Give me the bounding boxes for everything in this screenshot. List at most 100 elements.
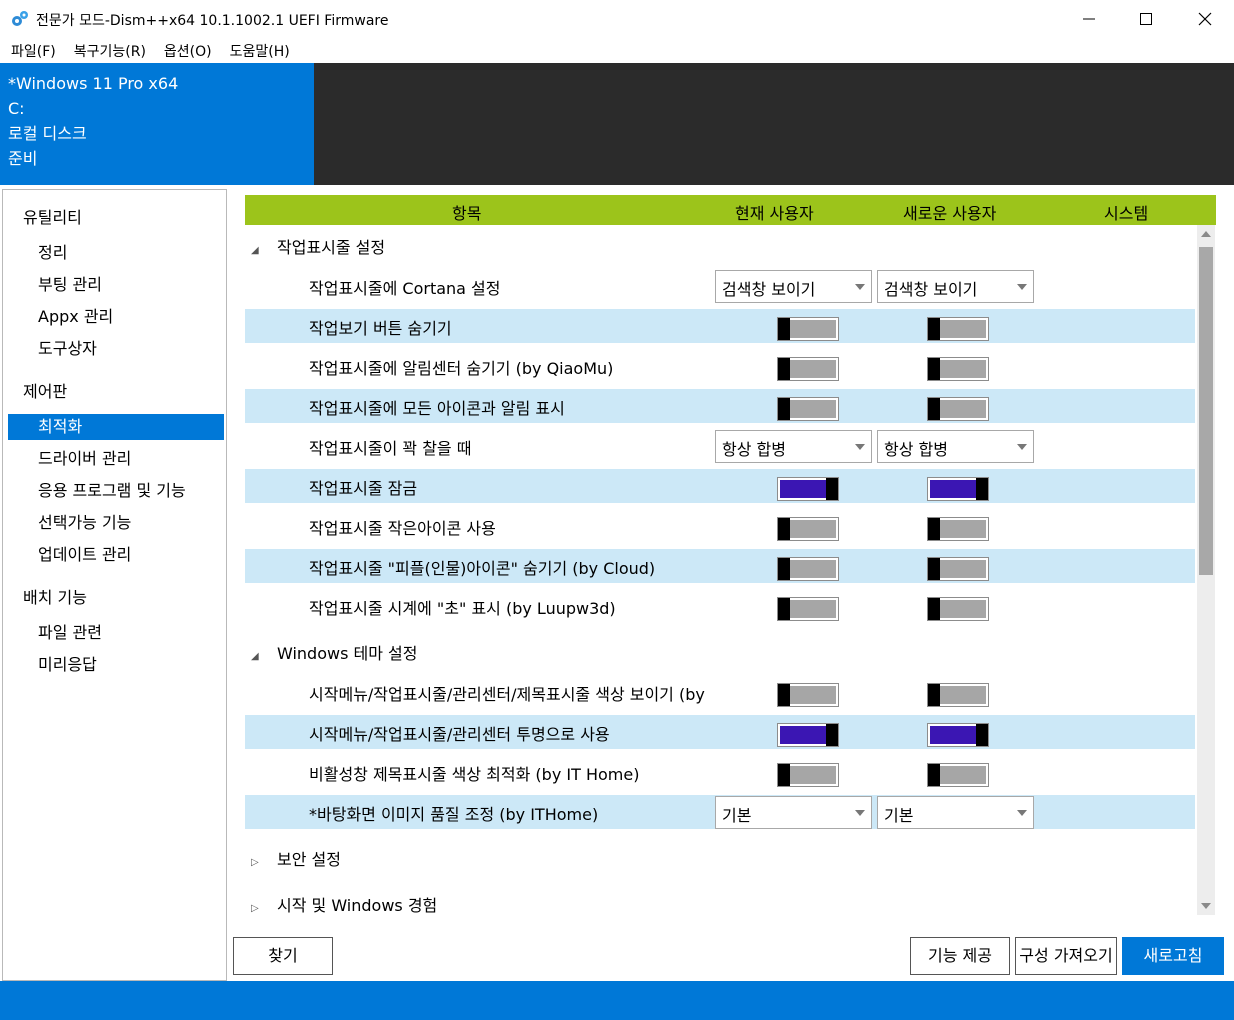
table-row: 작업표시줄에 모든 아이콘과 알림 표시 <box>245 389 1195 423</box>
group-label: Windows 테마 설정 <box>277 644 418 663</box>
window-title: 전문가 모드-Dism++x64 10.1.1002.1 UEFI Firmwa… <box>36 13 389 29</box>
toggle-new[interactable] <box>927 357 989 381</box>
menu-restore[interactable]: 복구기능(R) <box>67 41 153 61</box>
combine-current-dropdown[interactable]: 항상 합병 <box>715 430 872 463</box>
vertical-scrollbar[interactable] <box>1197 225 1215 915</box>
maximize-icon <box>1140 13 1152 25</box>
group-windows-theme[interactable]: ◢ Windows 테마 설정 <box>251 640 417 664</box>
menu-file[interactable]: 파일(F) <box>4 41 63 61</box>
import-config-button[interactable]: 구성 가져오기 <box>1015 937 1117 975</box>
toggle-current[interactable] <box>777 557 839 581</box>
sidebar-item-apps[interactable]: 응용 프로그램 및 기능 <box>8 478 224 504</box>
table-row: 작업표시줄 작은아이콘 사용 <box>245 509 1195 543</box>
toggle-current[interactable] <box>777 357 839 381</box>
wallpaper-quality-new-dropdown[interactable]: 기본 <box>877 796 1034 829</box>
table-row: 작업표시줄에 알림센터 숨기기 (by QiaoMu) <box>245 349 1195 383</box>
sidebar-item-optimize[interactable]: 최적화 <box>8 414 224 440</box>
toggle-new[interactable] <box>927 317 989 341</box>
table-row: *바탕화면 이미지 품질 조정 (by ITHome) 기본 기본 <box>245 795 1195 829</box>
menu-bar: 파일(F) 복구기능(R) 옵션(O) 도움말(H) <box>0 38 1234 63</box>
group-startup-experience[interactable]: ▷ 시작 및 Windows 경험 <box>251 892 437 916</box>
cortana-new-dropdown[interactable]: 검색창 보이기 <box>877 270 1034 303</box>
sidebar: 유틸리티 정리 부팅 관리 Appx 관리 도구상자 제어판 최적화 드라이버 … <box>2 189 227 981</box>
table-row: 작업표시줄 잠금 <box>245 469 1195 503</box>
toggle-new[interactable] <box>927 723 989 747</box>
cortana-current-dropdown[interactable]: 검색창 보이기 <box>715 270 872 303</box>
toggle-current[interactable] <box>777 317 839 341</box>
table-row: 작업표시줄에 Cortana 설정 검색창 보이기 검색창 보이기 <box>245 269 1195 303</box>
toggle-current[interactable] <box>777 683 839 707</box>
menu-help[interactable]: 도움말(H) <box>223 41 297 61</box>
minimize-icon <box>1083 13 1095 25</box>
sidebar-item-file-assoc[interactable]: 파일 관련 <box>8 620 224 646</box>
image-disk: 로컬 디스크 <box>8 124 87 143</box>
chevron-down-icon <box>1017 810 1027 816</box>
gears-icon <box>10 9 30 29</box>
refresh-button[interactable]: 새로고침 <box>1122 937 1224 975</box>
row-label: 작업표시줄에 모든 아이콘과 알림 표시 <box>309 399 565 418</box>
chevron-down-icon <box>1017 284 1027 290</box>
menu-options[interactable]: 옵션(O) <box>157 41 219 61</box>
column-item: 항목 <box>452 204 482 223</box>
title-bar: 전문가 모드-Dism++x64 10.1.1002.1 UEFI Firmwa… <box>0 0 1234 38</box>
sidebar-item-drivers[interactable]: 드라이버 관리 <box>8 446 224 472</box>
scroll-down-icon[interactable] <box>1201 903 1211 909</box>
toggle-current[interactable] <box>777 477 839 501</box>
table-row: 작업표시줄 "피플(인물)아이콘" 숨기기 (by Cloud) <box>245 549 1195 583</box>
dropdown-value: 항상 합병 <box>884 440 948 459</box>
column-current-user: 현재 사용자 <box>735 204 814 223</box>
sidebar-item-optional-features[interactable]: 선택가능 기능 <box>8 510 224 536</box>
chevron-down-icon <box>855 284 865 290</box>
toggle-new[interactable] <box>927 683 989 707</box>
group-security[interactable]: ▷ 보안 설정 <box>251 846 341 870</box>
row-label: 작업표시줄 작은아이콘 사용 <box>309 519 496 538</box>
chevron-down-icon <box>855 810 865 816</box>
group-label: 작업표시줄 설정 <box>277 238 386 257</box>
close-icon <box>1198 12 1212 26</box>
table-row: 작업표시줄 시계에 "초" 표시 (by Luupw3d) <box>245 589 1195 623</box>
provide-button[interactable]: 기능 제공 <box>910 937 1010 975</box>
row-label: 작업표시줄 시계에 "초" 표시 (by Luupw3d) <box>309 599 616 618</box>
toggle-current[interactable] <box>777 517 839 541</box>
sidebar-item-boot[interactable]: 부팅 관리 <box>8 272 224 298</box>
scroll-thumb[interactable] <box>1199 247 1213 575</box>
row-label: 작업표시줄에 알림센터 숨기기 (by QiaoMu) <box>309 359 614 378</box>
sidebar-category-control-panel: 제어판 <box>23 382 68 401</box>
toggle-new[interactable] <box>927 763 989 787</box>
expanded-triangle-icon: ◢ <box>251 245 259 256</box>
find-button[interactable]: 찾기 <box>233 937 333 975</box>
toggle-new[interactable] <box>927 517 989 541</box>
collapsed-triangle-icon: ▷ <box>251 857 259 868</box>
image-status: 준비 <box>8 149 38 168</box>
image-info-panel[interactable]: *Windows 11 Pro x64 C: 로컬 디스크 준비 <box>0 63 314 185</box>
scroll-up-icon[interactable] <box>1201 231 1211 237</box>
wallpaper-quality-current-dropdown[interactable]: 기본 <box>715 796 872 829</box>
toggle-current[interactable] <box>777 763 839 787</box>
sidebar-item-appx[interactable]: Appx 관리 <box>8 304 224 330</box>
toggle-new[interactable] <box>927 397 989 421</box>
image-drive: C: <box>8 99 25 118</box>
column-system: 시스템 <box>1104 204 1149 223</box>
group-taskbar[interactable]: ◢ 작업표시줄 설정 <box>251 234 385 258</box>
close-button[interactable] <box>1176 0 1234 38</box>
row-label: 비활성창 제목표시줄 색상 최적화 (by IT Home) <box>309 765 640 784</box>
status-bar <box>0 981 1234 1020</box>
sidebar-category-deploy: 배치 기능 <box>23 588 87 607</box>
toggle-new[interactable] <box>927 597 989 621</box>
minimize-button[interactable] <box>1060 0 1118 38</box>
combine-new-dropdown[interactable]: 항상 합병 <box>877 430 1034 463</box>
sidebar-item-updates[interactable]: 업데이트 관리 <box>8 542 224 568</box>
toggle-current[interactable] <box>777 397 839 421</box>
sidebar-item-toolbox[interactable]: 도구상자 <box>8 336 224 362</box>
maximize-button[interactable] <box>1117 0 1175 38</box>
toggle-new[interactable] <box>927 557 989 581</box>
sidebar-item-cleanup[interactable]: 정리 <box>8 240 224 266</box>
sidebar-item-answer-file[interactable]: 미리응답 <box>8 652 224 678</box>
expanded-triangle-icon: ◢ <box>251 651 259 662</box>
dropdown-value: 검색창 보이기 <box>884 280 978 299</box>
toggle-current[interactable] <box>777 723 839 747</box>
toggle-current[interactable] <box>777 597 839 621</box>
toggle-new[interactable] <box>927 477 989 501</box>
row-label: *바탕화면 이미지 품질 조정 (by ITHome) <box>309 805 599 824</box>
dropdown-value: 기본 <box>884 806 914 825</box>
